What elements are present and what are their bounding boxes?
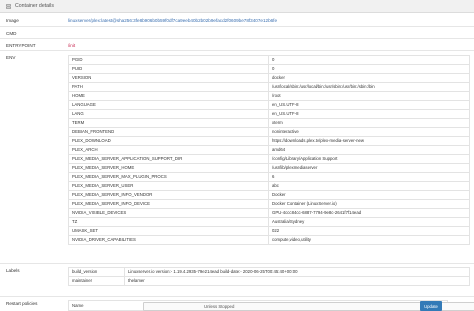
cmd-label: CMD [6, 31, 17, 36]
env-row: NVIDIA_VISIBLE_DEVICES GPU-4ccc84cc-6887-… [68, 208, 470, 218]
env-row: NVIDIA_DRIVER_CAPABILITIES compute,video,… [68, 235, 470, 245]
env-row: HOME/root [68, 91, 470, 101]
env-value: docker [268, 73, 470, 83]
env-key: TERM [68, 118, 269, 128]
restart-policy-row: Name Unless Stopped ▾ [68, 300, 474, 311]
entrypoint-value: /init [68, 43, 76, 48]
env-row: PLEX_MEDIA_SERVER_USER abc [68, 181, 470, 191]
env-value: /usr/lib/plexmediaserver [268, 163, 470, 173]
env-value: /root [268, 91, 470, 101]
env-row: VERSION docker [68, 73, 470, 83]
env-row: PLEX_MEDIA_SERVER_HOME/usr/lib/plexmedia… [68, 163, 470, 173]
image-label: Image [6, 18, 19, 23]
cmd-row: CMD [0, 28, 474, 39]
env-value: 6 [268, 172, 470, 182]
server-icon [6, 3, 11, 9]
labels-value: thelamer [124, 276, 470, 286]
panel-header: Container details [0, 0, 474, 13]
env-key: PLEX_MEDIA_SERVER_HOME [68, 163, 269, 173]
env-value: en_US.UTF-8 [268, 100, 470, 110]
env-key: HOME [68, 91, 269, 101]
labels-value: Linuxserver.io version:- 1.19.4.2935-79e… [124, 267, 470, 277]
env-row: UMASK_SET 022 [68, 226, 470, 236]
env-row: PUID 0 [68, 64, 470, 74]
image-value: linuxserver/plex:latest@sha256:3fe8b906b… [68, 18, 278, 23]
restart-policy-selected: Unless Stopped [204, 304, 235, 309]
labels-key: build_version [68, 267, 125, 277]
env-row: LANG en_US.UTF-8 [68, 109, 470, 119]
env-row: TZ Australia/Sydney [68, 217, 470, 227]
env-value: Docker [268, 190, 470, 200]
env-key: TZ [68, 217, 269, 227]
env-key: NVIDIA_DRIVER_CAPABILITIES [68, 235, 269, 245]
env-value: xterm [268, 118, 470, 128]
env-value: compute,video,utility [268, 235, 470, 245]
env-key: PLEX_MEDIA_SERVER_APPLICATION_SUPPORT_DI… [68, 154, 269, 164]
panel-title: Container details [15, 3, 54, 9]
env-key: PLEX_MEDIA_SERVER_INFO_VENDOR [68, 190, 269, 200]
env-row: PLEX_MEDIA_SERVER_MAX_PLUGIN_PROCS 6 [68, 172, 470, 182]
env-table: PGID 0 PUID 0 VERSION docker PATH/usr/local/sb… [68, 55, 470, 245]
env-value: noninteractive [268, 127, 470, 137]
labels-row: maintainer thelamer [68, 276, 470, 286]
env-value: https://downloads.plex.tv/plex-media-ser… [268, 136, 470, 146]
env-key: NVIDIA_VISIBLE_DEVICES [68, 208, 269, 218]
env-value: Docker Container (LinuxServer.io) [268, 199, 470, 209]
env-value: 0 [268, 64, 470, 74]
entrypoint-row: ENTRYPOINT /init [0, 40, 474, 51]
env-value: /usr/local/sbin:/usr/local/bin:/usr/sbin… [268, 82, 470, 92]
labels-row: build_version Linuxserver.io version:- 1.… [68, 267, 470, 277]
env-key: PLEX_MEDIA_SERVER_USER [68, 181, 269, 191]
env-key: UMASK_SET [68, 226, 269, 236]
env-row: PATH/usr/local/sbin:/usr/local/bin:/usr/… [68, 82, 470, 92]
env-key: PATH [68, 82, 269, 92]
env-value: 0 [268, 55, 470, 65]
env-row: LANGUAGE en_US.UTF-8 [68, 100, 470, 110]
env-key: PUID [68, 64, 269, 74]
env-value: 022 [268, 226, 470, 236]
restart-label: Restart policies [6, 301, 38, 306]
env-row: TERM xterm [68, 118, 470, 128]
env-value: GPU-4ccc84cc-6887-7794-9e8c-2641f7f14ead [268, 208, 470, 218]
update-button[interactable]: Update [420, 301, 442, 311]
labels-table: build_version Linuxserver.io version:- 1.… [68, 267, 470, 286]
env-row: PGID 0 [68, 55, 470, 65]
env-value: amd64 [268, 145, 470, 155]
restart-name-label: Name [72, 303, 84, 308]
env-value: en_US.UTF-8 [268, 109, 470, 119]
env-key: VERSION [68, 73, 269, 83]
env-key: PLEX_DOWNLOAD [68, 136, 269, 146]
labels-key: maintainer [68, 276, 125, 286]
labels-label: Labels [6, 268, 20, 273]
env-key: PLEX_ARCH [68, 145, 269, 155]
env-key: PGID [68, 55, 269, 65]
env-row: PLEX_MEDIA_SERVER_INFO_VENDOR Docker [68, 190, 470, 200]
env-row: DEBIAN_FRONTEND noninteractive [68, 127, 470, 137]
env-row: PLEX_DOWNLOAD https://downloads.plex.tv/p… [68, 136, 470, 146]
env-key: PLEX_MEDIA_SERVER_MAX_PLUGIN_PROCS [68, 172, 269, 182]
env-value: Australia/Sydney [268, 217, 470, 227]
env-value: /config/Library/Application Support [268, 154, 470, 164]
env-row: PLEX_MEDIA_SERVER_INFO_DEVICE Docker Cont… [68, 199, 470, 209]
env-key: LANGUAGE [68, 100, 269, 110]
env-row: PLEX_ARCH amd64 [68, 145, 470, 155]
env-key: DEBIAN_FRONTEND [68, 127, 269, 137]
env-key: PLEX_MEDIA_SERVER_INFO_DEVICE [68, 199, 269, 209]
env-value: abc [268, 181, 470, 191]
image-row: Image linuxserver/plex:latest@sha256:3fe… [0, 15, 474, 27]
env-key: LANG [68, 109, 269, 119]
env-label: ENV [6, 55, 16, 60]
entrypoint-label: ENTRYPOINT [6, 43, 36, 48]
env-row: PLEX_MEDIA_SERVER_APPLICATION_SUPPORT_DI… [68, 154, 470, 164]
